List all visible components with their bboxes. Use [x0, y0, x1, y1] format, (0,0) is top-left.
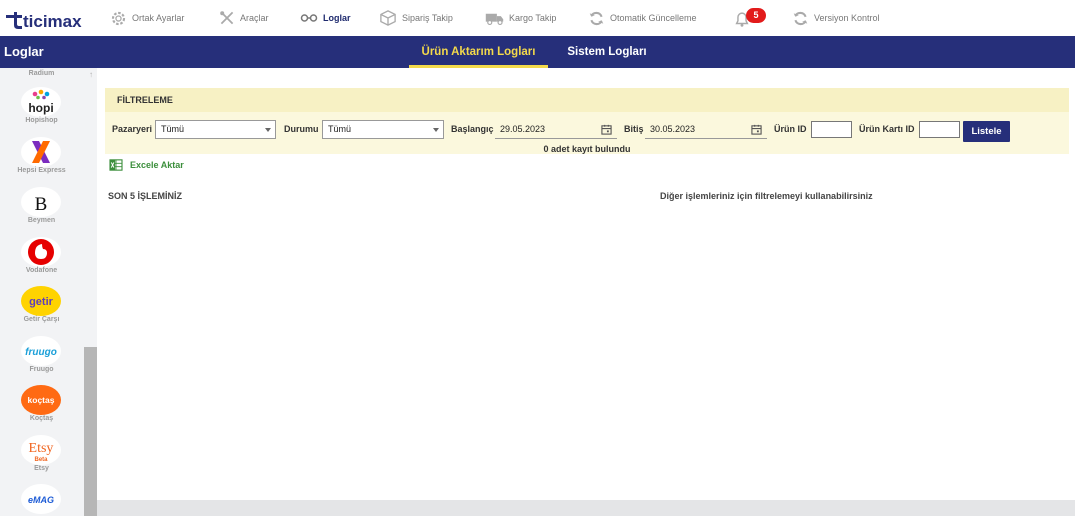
nav-otomatik-guncelleme[interactable]: Otomatik Güncelleme [588, 0, 697, 36]
logo-text: koçtaş [28, 395, 55, 405]
sidebar-item-label: Getir Çarşı [23, 316, 60, 323]
sidebar-item-label: Vodafone [25, 267, 58, 274]
status-select-value: Tümü [328, 124, 352, 134]
sidebar-item-beymen[interactable]: B Beymen [0, 184, 83, 232]
sidebar-item-label: Fruugo [29, 366, 54, 373]
active-tab-indicator [409, 65, 548, 68]
logs-icon [300, 14, 318, 22]
sidebar-item-hepsi-express[interactable]: X Hepsi Express [0, 134, 83, 182]
refresh-icon [589, 11, 604, 25]
nav-loglar[interactable]: Loglar [300, 0, 351, 36]
product-card-id-input[interactable] [919, 121, 960, 138]
box-icon [380, 10, 396, 26]
nav-versiyon-kontrol[interactable]: Versiyon Kontrol [792, 0, 880, 36]
truck-icon [485, 13, 504, 25]
etsy-logo: Etsy Beta [21, 435, 61, 465]
sidebar-item-getir-carsi[interactable]: getir Getir Çarşı [0, 283, 83, 331]
chevron-down-icon [265, 128, 271, 132]
sidebar-item-emag[interactable]: eMAG [0, 481, 83, 516]
export-excel-label: Excele Aktar [130, 160, 184, 170]
sidebar-item-koctas[interactable]: koçtaş Koçtaş [0, 382, 83, 430]
list-button[interactable]: Listele [963, 121, 1010, 142]
logo-text: eMAG [28, 495, 54, 505]
calendar-icon[interactable] [751, 124, 762, 135]
logo-text: hopi [28, 101, 53, 115]
status-select[interactable]: Tümü [322, 120, 444, 139]
logo-text: B [35, 194, 48, 215]
nav-label: Ortak Ayarlar [132, 13, 185, 23]
logo-text: X [41, 163, 42, 165]
nav-label: Loglar [323, 13, 351, 23]
last-5-operations-title: SON 5 İŞLEMİNİZ [108, 191, 183, 201]
vodafone-logo [21, 237, 61, 267]
chevron-down-icon [433, 128, 439, 132]
end-date-input[interactable]: 30.05.2023 [645, 120, 767, 139]
nav-label: Araçlar [240, 13, 269, 23]
start-date-label: Başlangıç [451, 124, 494, 134]
nav-ortak-ayarlar[interactable]: Ortak Ayarlar [110, 0, 184, 36]
fruugo-logo: fruugo [21, 336, 61, 366]
sidebar-item-vodafone[interactable]: Vodafone [0, 234, 83, 282]
sidebar-item-label: Hepsi Express [17, 167, 66, 174]
start-date-input[interactable]: 29.05.2023 [495, 120, 617, 139]
nav-kargo-takip[interactable]: Kargo Takip [485, 0, 556, 36]
sidebar-item-label: Hopishop [25, 117, 58, 124]
tools-icon [220, 11, 234, 25]
beta-label: Beta [34, 457, 48, 463]
getir-logo: getir [21, 286, 61, 316]
gear-icon [111, 11, 126, 25]
marketplace-label: Pazaryeri [112, 124, 153, 134]
nav-label: Sipariş Takip [402, 13, 453, 23]
product-card-id-label: Ürün Kartı ID [859, 124, 915, 134]
logo-text: Etsy [29, 441, 54, 456]
nav-label: Kargo Takip [509, 13, 557, 23]
sidebar-item-label: Beymen [27, 217, 56, 224]
sidebar-item-label: Koçtaş [29, 415, 54, 422]
tab-urun-aktarim-loglari[interactable]: Ürün Aktarım Logları [409, 36, 548, 68]
status-label: Durumu [284, 124, 319, 134]
page-title: Loglar [4, 44, 44, 59]
sidebar-item-label[interactable]: Radium [0, 70, 83, 77]
emag-logo: eMAG [21, 484, 61, 514]
koctas-logo: koçtaş [21, 385, 61, 415]
product-id-input[interactable] [811, 121, 852, 138]
filter-panel-header [105, 88, 1069, 112]
calendar-icon[interactable] [601, 124, 612, 135]
result-count: 0 adet kayıt bulundu [543, 144, 631, 154]
nav-label: Versiyon Kontrol [814, 13, 880, 23]
nav-label: Otomatik Güncelleme [610, 13, 697, 23]
top-navigation: ticimax Ortak Ayarlar Araçlar Loglar Sip… [0, 0, 1075, 36]
sidebar-item-fruugo[interactable]: fruugo Fruugo [0, 333, 83, 381]
sidebar-scrollbar-thumb[interactable] [84, 347, 97, 516]
logo-text: getir [29, 296, 54, 308]
start-date-value: 29.05.2023 [500, 124, 546, 134]
refresh-icon [793, 11, 808, 25]
notification-badge[interactable]: 5 [746, 8, 766, 23]
filter-hint-text: Diğer işlemleriniz için filtrelemeyi kul… [660, 191, 873, 201]
end-date-label: Bitiş [624, 124, 644, 134]
beymen-logo: B [21, 187, 61, 217]
marketplace-select[interactable]: Tümü [155, 120, 276, 139]
export-excel-button[interactable]: Excele Aktar [109, 159, 184, 171]
ticimax-logo[interactable]: ticimax [4, 5, 90, 31]
excel-icon [109, 159, 123, 171]
nav-araclar[interactable]: Araçlar [219, 0, 269, 36]
sidebar-item-label: Etsy [34, 465, 49, 472]
sidebar-item-etsy[interactable]: Etsy Beta Etsy [0, 432, 83, 480]
end-date-value: 30.05.2023 [650, 124, 696, 134]
logo-text: fruugo [25, 347, 57, 358]
filter-title: FİLTRELEME [117, 95, 173, 105]
sidebar-item-hopishop[interactable]: hopi Hopishop [0, 84, 83, 132]
tab-sistem-loglari[interactable]: Sistem Logları [559, 36, 655, 68]
bottom-bar [97, 500, 1075, 516]
marketplace-select-value: Tümü [161, 124, 185, 134]
nav-siparis-takip[interactable]: Sipariş Takip [379, 0, 453, 36]
product-id-label: Ürün ID [774, 124, 807, 134]
hepsi-express-logo: X [21, 137, 61, 167]
scroll-up-arrow-icon[interactable]: ↑ [86, 70, 96, 80]
logo-text: ticimax [23, 12, 82, 31]
page-header-bar: Loglar Ürün Aktarım Logları Sistem Logla… [0, 36, 1075, 68]
hopi-logo: hopi [21, 87, 61, 117]
